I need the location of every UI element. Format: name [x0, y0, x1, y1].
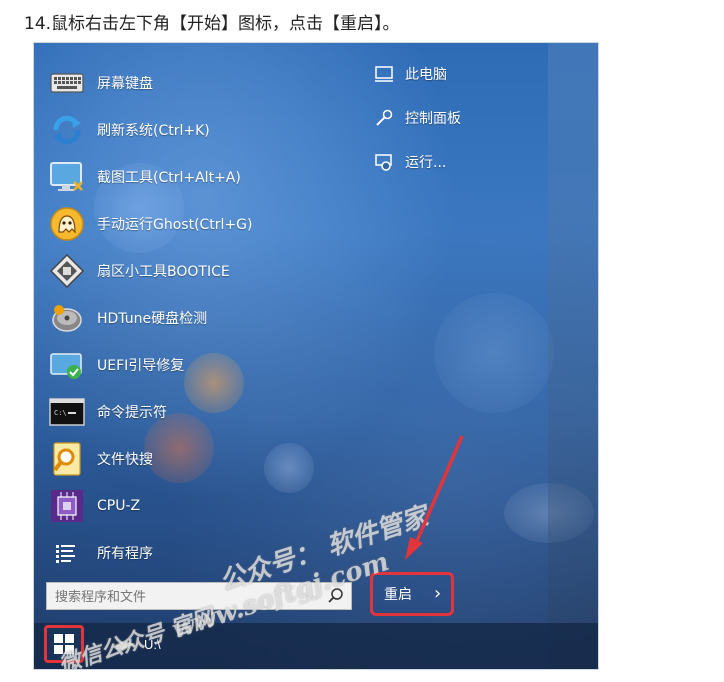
menu-item-label: 刷新系统(Ctrl+K) — [97, 123, 210, 139]
right-item-label: 运行... — [405, 155, 447, 171]
menu-item-file-search[interactable]: 文件快搜 — [48, 437, 348, 481]
right-item-run[interactable]: 运行... — [374, 147, 446, 177]
right-item-label: 控制面板 — [405, 111, 461, 127]
menu-item-uefi-repair[interactable]: UEFI引导修复 — [48, 343, 348, 387]
restart-label: 重启 — [384, 587, 412, 603]
right-item-label: 此电脑 — [405, 67, 447, 83]
cpuz-icon — [48, 487, 86, 525]
desktop-edge — [548, 43, 598, 669]
menu-item-screenshot-tool[interactable]: 截图工具(Ctrl+Alt+A) — [48, 155, 348, 199]
search-input[interactable] — [53, 585, 325, 609]
menu-item-label: UEFI引导修复 — [97, 358, 185, 374]
computer-icon — [374, 64, 394, 84]
all-programs-icon — [48, 534, 86, 572]
keyboard-icon — [48, 64, 86, 102]
file-search-icon — [48, 440, 86, 478]
menu-item-label: 屏幕键盘 — [97, 76, 153, 92]
search-icon[interactable] — [327, 587, 345, 605]
start-menu-screenshot: 屏幕键盘 刷新系统(Ctrl+K) 截图工具(Ctrl+Alt+A) 手动运行G… — [33, 42, 599, 670]
menu-item-label: 手动运行Ghost(Ctrl+G) — [97, 217, 253, 233]
restart-button[interactable]: 重启 › — [370, 572, 454, 616]
drive-label: U:\ — [144, 636, 161, 652]
menu-item-all-programs[interactable]: 所有程序 — [48, 531, 348, 575]
refresh-icon — [48, 111, 86, 149]
right-item-control-panel[interactable]: 控制面板 — [374, 103, 461, 133]
menu-item-ghost[interactable]: 手动运行Ghost(Ctrl+G) — [48, 202, 348, 246]
control-panel-icon — [374, 108, 394, 128]
svg-text:C:\: C:\ — [54, 409, 67, 417]
hdtune-icon — [48, 299, 86, 337]
menu-item-label: CPU-Z — [97, 498, 141, 514]
bokeh-light — [434, 293, 554, 413]
taskbar-drive-item[interactable]: U:\ — [110, 633, 161, 655]
search-box — [46, 582, 352, 610]
right-item-this-pc[interactable]: 此电脑 — [374, 59, 447, 89]
menu-item-label: 命令提示符 — [97, 405, 167, 421]
chevron-right-icon: › — [434, 583, 442, 604]
ghost-icon — [48, 205, 86, 243]
menu-item-refresh-system[interactable]: 刷新系统(Ctrl+K) — [48, 108, 348, 152]
bootice-icon — [48, 252, 86, 290]
menu-item-label: 文件快搜 — [97, 452, 153, 468]
menu-item-label: 截图工具(Ctrl+Alt+A) — [97, 170, 241, 186]
menu-item-command-prompt[interactable]: C:\ 命令提示符 — [48, 390, 348, 434]
menu-item-label: HDTune硬盘检测 — [97, 311, 208, 327]
menu-item-hdtune[interactable]: HDTune硬盘检测 — [48, 296, 348, 340]
windows-logo-icon — [54, 634, 74, 654]
run-icon — [374, 152, 394, 172]
command-prompt-icon: C:\ — [48, 393, 86, 431]
uefi-repair-icon — [48, 346, 86, 384]
menu-item-label: 扇区小工具BOOTICE — [97, 264, 230, 280]
menu-item-label: 所有程序 — [97, 546, 153, 562]
start-button[interactable] — [44, 625, 84, 663]
menu-item-bootice[interactable]: 扇区小工具BOOTICE — [48, 249, 348, 293]
menu-item-cpuz[interactable]: CPU-Z — [48, 484, 348, 528]
menu-item-onscreen-keyboard[interactable]: 屏幕键盘 — [48, 61, 348, 105]
instruction-caption: 14.鼠标右击左下角【开始】图标，点击【重启】。 — [24, 14, 400, 34]
screenshot-icon — [48, 158, 86, 196]
usb-drive-icon — [110, 640, 136, 652]
